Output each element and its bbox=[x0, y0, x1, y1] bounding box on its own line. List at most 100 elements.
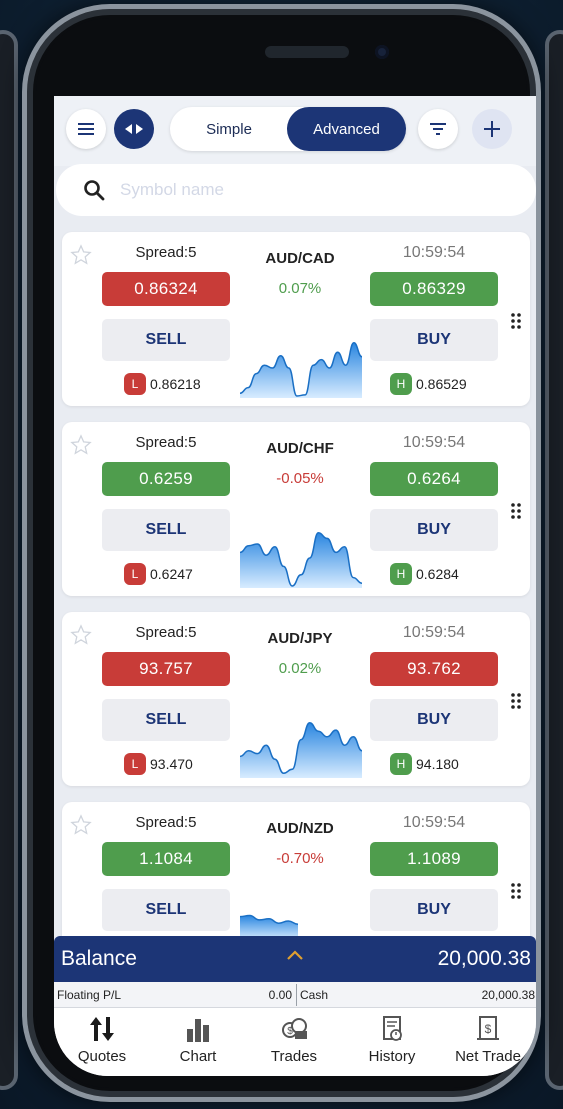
change-percent: -0.70% bbox=[276, 850, 324, 867]
background-phone-left bbox=[0, 30, 18, 1090]
low-badge: L bbox=[124, 753, 146, 775]
quote-time: 10:59:54 bbox=[402, 624, 466, 641]
nav-quotes[interactable]: Quotes bbox=[54, 1014, 150, 1074]
sell-button[interactable]: SELL bbox=[102, 699, 230, 741]
floating-pl-label: Floating P/L bbox=[57, 988, 122, 1002]
speaker-grille bbox=[265, 46, 349, 58]
high-badge: H bbox=[390, 563, 412, 585]
sell-button[interactable]: SELL bbox=[102, 319, 230, 361]
symbol-name: AUD/CAD bbox=[265, 250, 335, 267]
nav-net-trade[interactable]: $ Net Trade bbox=[440, 1014, 536, 1074]
segment-advanced[interactable]: Advanced bbox=[287, 107, 406, 151]
high-value: 0.6284 bbox=[416, 566, 459, 582]
favorite-star-icon[interactable] bbox=[70, 244, 92, 266]
drag-handle-icon[interactable] bbox=[510, 502, 522, 520]
high-value: 0.86529 bbox=[416, 376, 467, 392]
plus-icon bbox=[484, 121, 500, 137]
mode-segmented-control: Simple Advanced bbox=[170, 107, 406, 151]
favorite-star-icon[interactable] bbox=[70, 624, 92, 646]
cash-value: 20,000.38 bbox=[481, 988, 535, 1002]
symbol-search-bar bbox=[56, 164, 536, 216]
menu-button[interactable] bbox=[66, 109, 106, 149]
high-badge: H bbox=[390, 753, 412, 775]
balance-bar[interactable]: Balance 20,000.38 bbox=[54, 936, 536, 982]
spread-label: Spread:5 bbox=[135, 624, 197, 641]
buy-button[interactable]: BUY bbox=[370, 699, 498, 741]
low-value: 0.6247 bbox=[150, 566, 193, 582]
buy-price: 0.6264 bbox=[370, 462, 498, 496]
add-symbol-button[interactable] bbox=[472, 109, 512, 149]
high-price: H 0.86529 bbox=[390, 373, 467, 395]
sparkline-chart bbox=[240, 722, 362, 778]
low-badge: L bbox=[124, 563, 146, 585]
low-badge: L bbox=[124, 373, 146, 395]
history-icon bbox=[383, 1016, 402, 1041]
sparkline-chart bbox=[240, 532, 362, 588]
app-screen: Simple Advanced Spread:5 AUD/CAD 10:59:54 0… bbox=[54, 96, 536, 1076]
favorite-star-icon[interactable] bbox=[70, 434, 92, 456]
quote-time: 10:59:54 bbox=[402, 434, 466, 451]
drag-handle-icon[interactable] bbox=[510, 692, 522, 710]
segment-simple[interactable]: Simple bbox=[170, 107, 288, 151]
nav-label-quotes: Quotes bbox=[77, 1048, 127, 1065]
account-summary-row: Floating P/L 0.00 Cash 20,000.38 bbox=[54, 982, 536, 1008]
spread-label: Spread:5 bbox=[135, 814, 197, 831]
layout-toggle-button[interactable] bbox=[114, 109, 154, 149]
sparkline-area bbox=[240, 722, 362, 778]
hamburger-menu-icon bbox=[78, 123, 94, 135]
search-icon bbox=[84, 180, 105, 201]
favorite-star-icon[interactable] bbox=[70, 814, 92, 836]
quote-card[interactable]: Spread:5 AUD/CHF 10:59:54 -0.05% 0.6259 0.626… bbox=[62, 422, 530, 596]
low-price: L 0.6247 bbox=[124, 563, 193, 585]
quote-card[interactable]: Spread:5 AUD/NZD 10:59:54 -0.70% 1.1084 1.108… bbox=[62, 802, 530, 942]
buy-button[interactable]: BUY bbox=[370, 889, 498, 931]
quote-time: 10:59:54 bbox=[402, 814, 466, 831]
sell-price: 0.6259 bbox=[102, 462, 230, 496]
quote-card[interactable]: Spread:5 AUD/JPY 10:59:54 0.02% 93.757 93.762… bbox=[62, 612, 530, 786]
nav-label-chart: Chart bbox=[179, 1048, 217, 1065]
drag-handle-icon[interactable] bbox=[510, 882, 522, 900]
quote-card[interactable]: Spread:5 AUD/CAD 10:59:54 0.07% 0.86324 0.863… bbox=[62, 232, 530, 406]
nav-label-net-trade: Net Trade bbox=[455, 1048, 521, 1065]
bar-chart-icon bbox=[187, 1019, 209, 1042]
buy-price: 0.86329 bbox=[370, 272, 498, 306]
floating-pl-value: 0.00 bbox=[268, 988, 292, 1002]
quote-time: 10:59:54 bbox=[402, 244, 466, 261]
sparkline-area bbox=[240, 342, 362, 398]
left-right-arrows-icon bbox=[125, 124, 143, 134]
balance-label: Balance bbox=[61, 947, 137, 970]
low-price: L 0.86218 bbox=[124, 373, 201, 395]
low-price: L 93.470 bbox=[124, 753, 193, 775]
symbol-search-input[interactable] bbox=[120, 174, 500, 206]
buy-button[interactable]: BUY bbox=[370, 509, 498, 551]
sell-price: 1.1084 bbox=[102, 842, 230, 876]
sparkline-chart bbox=[240, 342, 362, 398]
filter-button[interactable] bbox=[418, 109, 458, 149]
sell-price: 93.757 bbox=[102, 652, 230, 686]
front-camera bbox=[375, 45, 389, 59]
svg-text:$: $ bbox=[485, 1022, 492, 1036]
sell-button[interactable]: SELL bbox=[102, 509, 230, 551]
drag-handle-icon[interactable] bbox=[510, 312, 522, 330]
filter-icon bbox=[430, 123, 446, 135]
symbol-name: AUD/CHF bbox=[266, 440, 334, 457]
symbol-name: AUD/JPY bbox=[267, 630, 333, 647]
nav-chart[interactable]: Chart bbox=[150, 1014, 246, 1074]
spread-label: Spread:5 bbox=[135, 244, 197, 261]
nav-label-trades: Trades bbox=[270, 1048, 318, 1065]
chevron-up-icon[interactable] bbox=[285, 948, 305, 962]
sparkline-area bbox=[240, 532, 362, 588]
nav-trades[interactable]: $ Trades bbox=[246, 1014, 342, 1074]
buy-button[interactable]: BUY bbox=[370, 319, 498, 361]
spread-label: Spread:5 bbox=[135, 434, 197, 451]
summary-divider bbox=[296, 984, 297, 1006]
background-phone-right bbox=[545, 30, 563, 1090]
sell-button[interactable]: SELL bbox=[102, 889, 230, 931]
high-value: 94.180 bbox=[416, 756, 459, 772]
sell-price: 0.86324 bbox=[102, 272, 230, 306]
nav-history[interactable]: History bbox=[344, 1014, 440, 1074]
top-toolbar: Simple Advanced bbox=[54, 96, 536, 166]
high-badge: H bbox=[390, 373, 412, 395]
cash-label: Cash bbox=[300, 988, 329, 1002]
sort-arrows-icon bbox=[90, 1017, 114, 1041]
